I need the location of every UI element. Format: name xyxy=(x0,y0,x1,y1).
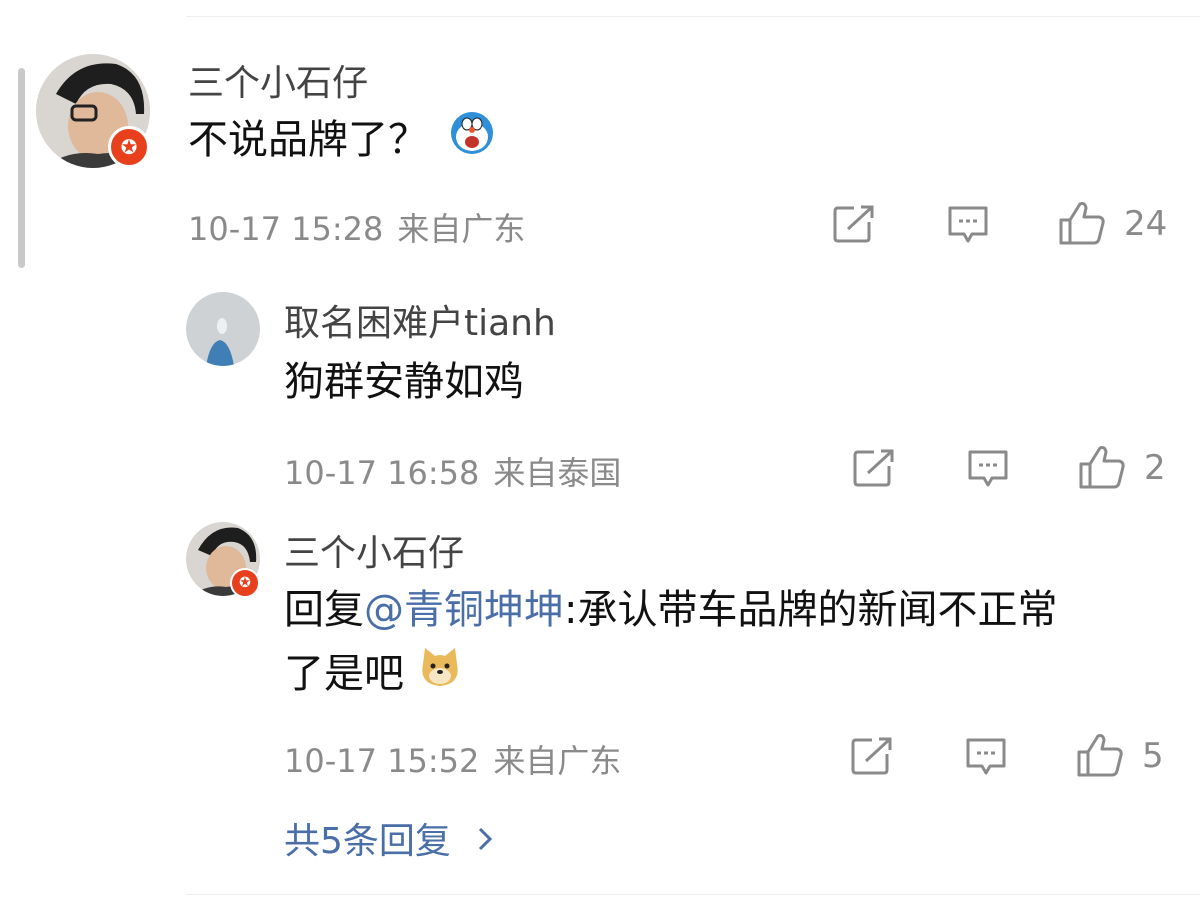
star-badge-icon: ✪ xyxy=(108,126,150,168)
reply-text-body-2: 了是吧 xyxy=(284,651,404,697)
comment-time: 10-17 15:28 xyxy=(188,210,384,248)
like-icon[interactable] xyxy=(1076,732,1124,778)
comment-text-body: 不说品牌了？ xyxy=(188,117,428,163)
share-icon[interactable] xyxy=(850,736,894,776)
reply-avatar[interactable] xyxy=(186,292,260,366)
reply-meta: 10-17 16:58 来自泰国 xyxy=(284,448,621,494)
reply-text-body: :承认带车品牌的新闻不正常 xyxy=(564,587,1058,633)
reply-prefix: 回复 xyxy=(284,587,364,633)
reply-text-line1: 回复@青铜坤坤:承认带车品牌的新闻不正常 xyxy=(284,578,1057,642)
reply-username[interactable]: 三个小石仔 xyxy=(284,524,464,576)
top-divider xyxy=(186,16,1200,17)
share-icon[interactable] xyxy=(852,448,896,488)
chevron-right-icon xyxy=(476,821,494,862)
like-icon[interactable] xyxy=(1058,200,1106,246)
reply-text-line2: 了是吧 xyxy=(284,642,463,709)
reply-username[interactable]: 取名困难户tianh xyxy=(284,294,556,346)
reply-meta: 10-17 15:52 来自广东 xyxy=(284,736,621,782)
comment-text: 不说品牌了？ xyxy=(188,108,495,175)
reply-like-count: 5 xyxy=(1142,736,1164,776)
comment-username[interactable]: 三个小石仔 xyxy=(188,54,368,106)
comment-icon[interactable] xyxy=(966,448,1010,490)
bottom-divider xyxy=(186,894,1200,895)
comment-location: 来自广东 xyxy=(397,210,526,248)
doge-emoji xyxy=(417,644,463,709)
more-replies-link[interactable]: 共5条回复 xyxy=(284,812,494,864)
reply-text: 狗群安静如鸡 xyxy=(284,359,524,405)
more-replies-label: 共5条回复 xyxy=(284,821,451,862)
share-icon[interactable] xyxy=(832,204,876,244)
comment-meta: 10-17 15:28 来自广东 xyxy=(188,204,525,250)
reply-location: 来自广东 xyxy=(493,742,622,780)
reply-time: 10-17 16:58 xyxy=(284,454,480,492)
doraemon-emoji xyxy=(449,110,495,175)
scroll-indicator[interactable] xyxy=(18,68,25,268)
like-icon[interactable] xyxy=(1078,444,1126,490)
mention-link[interactable]: @青铜坤坤 xyxy=(364,587,564,633)
comment-like-count: 24 xyxy=(1124,204,1168,244)
reply-like-count: 2 xyxy=(1144,448,1166,488)
reply-location: 来自泰国 xyxy=(493,454,622,492)
reply-time: 10-17 15:52 xyxy=(284,742,480,780)
comment-icon[interactable] xyxy=(946,204,990,246)
reply-avatar-photo xyxy=(186,292,260,366)
comment-icon[interactable] xyxy=(964,736,1008,778)
star-badge-icon: ✪ xyxy=(230,568,260,598)
